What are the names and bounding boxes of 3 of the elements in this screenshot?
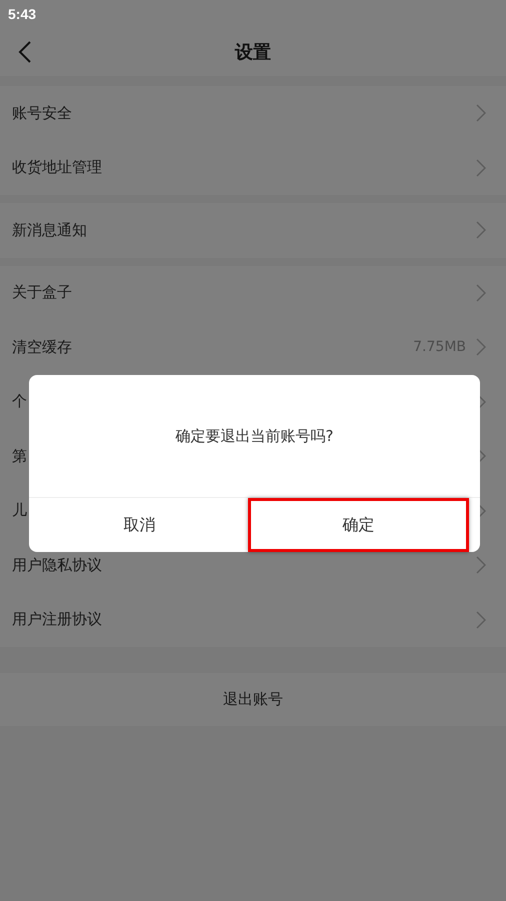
page-title: 设置	[235, 41, 271, 64]
dialog-message: 确定要退出当前账号吗?	[29, 375, 480, 498]
status-time: 5:43	[8, 6, 36, 22]
